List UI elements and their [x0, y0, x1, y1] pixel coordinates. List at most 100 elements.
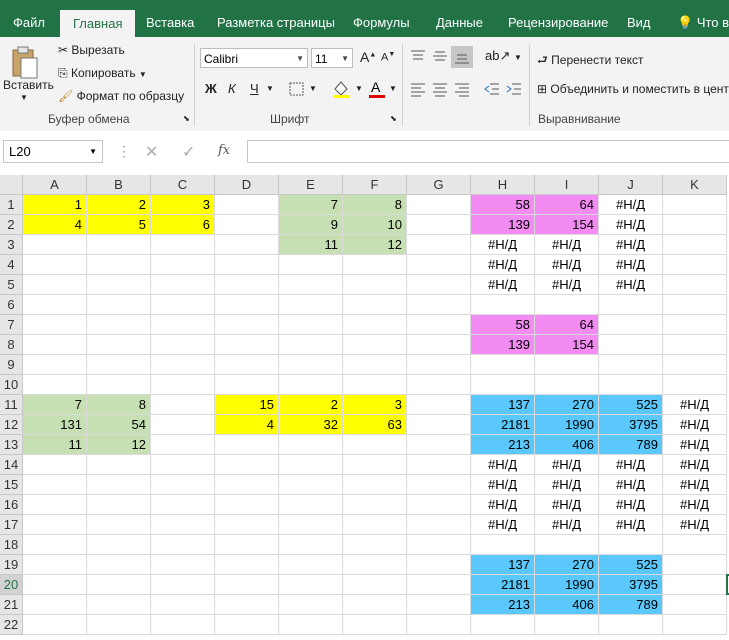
cell-H1[interactable]: 58 [471, 195, 535, 215]
cell-F10[interactable] [343, 375, 407, 395]
cell-D19[interactable] [215, 555, 279, 575]
cell-H3[interactable]: #Н/Д [471, 235, 535, 255]
cell-A22[interactable] [23, 615, 87, 635]
merge-center-button[interactable]: ⊞ Объединить и поместить в центре [537, 82, 729, 96]
underline-button[interactable]: Ч [250, 81, 259, 96]
cell-K15[interactable]: #Н/Д [663, 475, 727, 495]
cell-J12[interactable]: 3795 [599, 415, 663, 435]
cell-E10[interactable] [279, 375, 343, 395]
cell-A8[interactable] [23, 335, 87, 355]
align-center-icon[interactable] [432, 81, 448, 97]
increase-font-icon[interactable]: A▲ [360, 49, 376, 65]
cell-K16[interactable]: #Н/Д [663, 495, 727, 515]
tab-data[interactable]: Данные [436, 0, 483, 37]
format-painter-button[interactable]: 🖌 Формат по образцу [58, 89, 184, 103]
cell-E1[interactable]: 7 [279, 195, 343, 215]
cell-A16[interactable] [23, 495, 87, 515]
cell-D9[interactable] [215, 355, 279, 375]
cell-F1[interactable]: 8 [343, 195, 407, 215]
cell-D13[interactable] [215, 435, 279, 455]
cell-E16[interactable] [279, 495, 343, 515]
cell-F12[interactable]: 63 [343, 415, 407, 435]
cell-G7[interactable] [407, 315, 471, 335]
cell-A11[interactable]: 7 [23, 395, 87, 415]
cell-E9[interactable] [279, 355, 343, 375]
cell-K10[interactable] [663, 375, 727, 395]
cell-I5[interactable]: #Н/Д [535, 275, 599, 295]
cell-A7[interactable] [23, 315, 87, 335]
cell-F3[interactable]: 12 [343, 235, 407, 255]
cell-B18[interactable] [87, 535, 151, 555]
cell-B6[interactable] [87, 295, 151, 315]
cell-K3[interactable] [663, 235, 727, 255]
cell-H17[interactable]: #Н/Д [471, 515, 535, 535]
cell-I6[interactable] [535, 295, 599, 315]
row-header[interactable]: 22 [0, 615, 23, 635]
column-header[interactable]: A [23, 175, 87, 195]
cell-J8[interactable] [599, 335, 663, 355]
cell-I14[interactable]: #Н/Д [535, 455, 599, 475]
cell-C18[interactable] [151, 535, 215, 555]
cell-F18[interactable] [343, 535, 407, 555]
cell-D20[interactable] [215, 575, 279, 595]
cell-D17[interactable] [215, 515, 279, 535]
font-size-select[interactable]: 11 ▼ [311, 48, 353, 68]
bold-button[interactable]: Ж [205, 81, 217, 96]
cell-K6[interactable] [663, 295, 727, 315]
cell-H6[interactable] [471, 295, 535, 315]
cell-F9[interactable] [343, 355, 407, 375]
cell-H20[interactable]: 2181 [471, 575, 535, 595]
cell-F8[interactable] [343, 335, 407, 355]
cell-I7[interactable]: 64 [535, 315, 599, 335]
cell-C16[interactable] [151, 495, 215, 515]
cell-J10[interactable] [599, 375, 663, 395]
cell-I1[interactable]: 64 [535, 195, 599, 215]
tab-insert[interactable]: Вставка [146, 0, 194, 37]
cell-F5[interactable] [343, 275, 407, 295]
cell-A19[interactable] [23, 555, 87, 575]
dialog-launcher-icon[interactable]: ⬊ [390, 114, 397, 123]
cell-G4[interactable] [407, 255, 471, 275]
cell-H11[interactable]: 137 [471, 395, 535, 415]
cell-B11[interactable]: 8 [87, 395, 151, 415]
cell-G20[interactable] [407, 575, 471, 595]
tab-file[interactable]: Файл [13, 0, 45, 37]
cell-H22[interactable] [471, 615, 535, 635]
name-box[interactable]: L20 ▼ [3, 140, 103, 163]
cell-A17[interactable] [23, 515, 87, 535]
cell-C22[interactable] [151, 615, 215, 635]
row-header[interactable]: 19 [0, 555, 23, 575]
cell-K14[interactable]: #Н/Д [663, 455, 727, 475]
cell-F20[interactable] [343, 575, 407, 595]
cell-I18[interactable] [535, 535, 599, 555]
cell-H21[interactable]: 213 [471, 595, 535, 615]
cancel-icon[interactable]: ✕ [145, 142, 158, 162]
enter-icon[interactable]: ✓ [182, 142, 195, 162]
cell-G17[interactable] [407, 515, 471, 535]
cell-C1[interactable]: 3 [151, 195, 215, 215]
cell-D21[interactable] [215, 595, 279, 615]
cell-D18[interactable] [215, 535, 279, 555]
cell-H2[interactable]: 139 [471, 215, 535, 235]
cell-A9[interactable] [23, 355, 87, 375]
cell-C10[interactable] [151, 375, 215, 395]
column-header[interactable]: G [407, 175, 471, 195]
cell-H8[interactable]: 139 [471, 335, 535, 355]
cell-K11[interactable]: #Н/Д [663, 395, 727, 415]
cell-H14[interactable]: #Н/Д [471, 455, 535, 475]
cell-H5[interactable]: #Н/Д [471, 275, 535, 295]
cell-G19[interactable] [407, 555, 471, 575]
row-header[interactable]: 17 [0, 515, 23, 535]
cell-D1[interactable] [215, 195, 279, 215]
cell-F11[interactable]: 3 [343, 395, 407, 415]
cell-J18[interactable] [599, 535, 663, 555]
column-header[interactable]: C [151, 175, 215, 195]
cell-D16[interactable] [215, 495, 279, 515]
cell-D15[interactable] [215, 475, 279, 495]
cell-A21[interactable] [23, 595, 87, 615]
row-header[interactable]: 1 [0, 195, 23, 215]
cell-K19[interactable] [663, 555, 727, 575]
cell-G13[interactable] [407, 435, 471, 455]
cell-J16[interactable]: #Н/Д [599, 495, 663, 515]
row-header[interactable]: 16 [0, 495, 23, 515]
